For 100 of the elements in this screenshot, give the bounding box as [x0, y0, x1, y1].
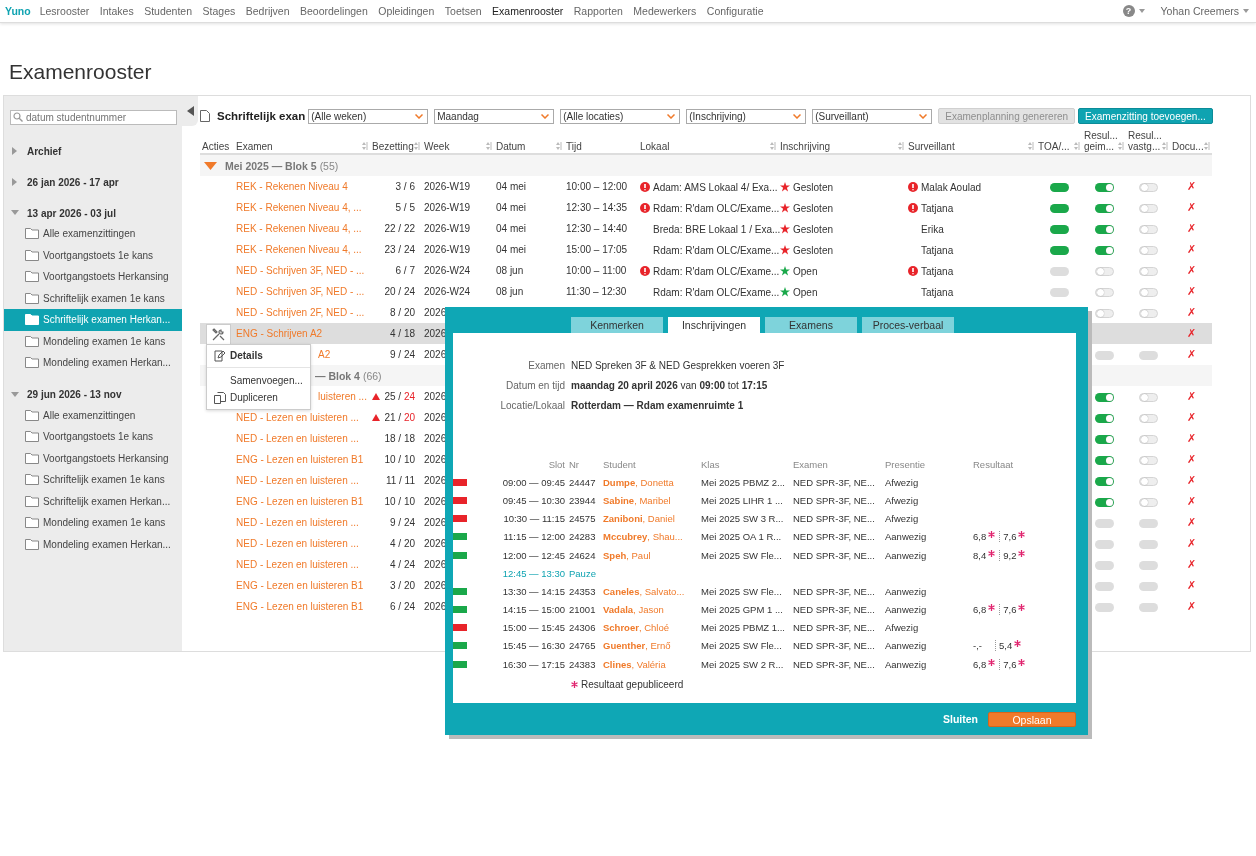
nav-item[interactable]: Beoordelingen [300, 5, 368, 17]
sort-icon[interactable] [1162, 142, 1168, 150]
sort-icon[interactable] [486, 142, 492, 150]
sort-icon[interactable] [1074, 142, 1080, 150]
sidebar-item[interactable]: Alle examenzittingen [4, 223, 182, 245]
toggle-switch[interactable] [1094, 476, 1114, 486]
toggle-switch[interactable] [1138, 497, 1158, 507]
toggle-switch[interactable] [1138, 434, 1158, 444]
nav-item[interactable]: Examenrooster [492, 5, 564, 17]
tree-toggle-icon[interactable] [11, 390, 19, 399]
nav-item[interactable]: Medewerkers [633, 5, 697, 17]
toggle-switch[interactable] [1138, 266, 1158, 276]
toggle-switch[interactable] [1138, 413, 1158, 423]
tree-toggle-icon[interactable] [11, 178, 19, 186]
toggle-switch[interactable] [1138, 224, 1158, 234]
tab[interactable]: Kenmerken [571, 317, 663, 333]
tree-group-label[interactable]: 26 jan 2026 - 17 apr [27, 176, 119, 188]
toggle-switch[interactable] [1138, 392, 1158, 402]
toggle-switch[interactable] [1094, 266, 1114, 276]
toggle-switch[interactable] [1094, 497, 1114, 507]
toggle-switch[interactable] [1094, 434, 1114, 444]
toggle-switch[interactable] [1138, 308, 1158, 318]
toggle-switch[interactable] [1094, 287, 1114, 297]
toggle-switch[interactable] [1138, 287, 1158, 297]
column-header[interactable]: Week [424, 141, 450, 152]
tree-group-label[interactable]: Archief [27, 145, 62, 157]
collapse-sidebar-button[interactable] [182, 96, 198, 126]
toggle-switch[interactable] [1094, 245, 1114, 255]
toggle-switch[interactable] [1138, 245, 1158, 255]
toggle-switch[interactable] [1138, 182, 1158, 192]
sidebar-item[interactable]: Mondeling examen 1e kans [4, 330, 182, 352]
nav-item[interactable]: Opleidingen [378, 5, 435, 17]
nav-item[interactable]: Studenten [144, 5, 193, 17]
column-header[interactable]: TOA/... [1038, 141, 1070, 152]
sidebar-item[interactable]: Schriftelijk examen 1e kans [4, 287, 182, 309]
filter-dropdown[interactable]: (Alle weken) [308, 108, 429, 124]
sort-icon[interactable] [1028, 142, 1034, 150]
toggle-switch[interactable] [1138, 455, 1158, 465]
nav-item[interactable]: Lesrooster [39, 5, 90, 17]
menu-item[interactable]: Samenvoegen... [207, 367, 310, 389]
toggle-switch[interactable] [1094, 455, 1114, 465]
menu-item[interactable]: Dupliceren [207, 389, 310, 406]
user-menu[interactable]: Yohan Creemers [1160, 5, 1239, 17]
toggle-switch[interactable] [1138, 476, 1158, 486]
sort-icon[interactable] [770, 142, 776, 150]
nav-item[interactable]: Configuratie [706, 5, 764, 17]
sort-icon[interactable] [362, 142, 368, 150]
column-header[interactable]: Inschrijving [780, 141, 831, 152]
sidebar-item[interactable]: Voortgangstoets Herkansing [4, 447, 182, 469]
actions-button[interactable] [206, 323, 231, 344]
column-header[interactable]: Surveillant [908, 141, 955, 152]
sidebar-item[interactable]: Schriftelijk examen 1e kans [4, 469, 182, 491]
sidebar-item[interactable]: Voortgangstoets 1e kans [4, 244, 182, 266]
help-button[interactable]: ? [1122, 5, 1135, 17]
search-field[interactable]: datum studentnummer [10, 110, 177, 125]
toggle-switch[interactable] [1094, 308, 1114, 318]
column-header[interactable]: Lokaal [640, 141, 670, 152]
column-header[interactable]: Acties [202, 141, 230, 152]
toggle-switch[interactable] [1094, 182, 1114, 192]
filter-dropdown[interactable]: (Alle locaties) [560, 108, 681, 124]
sidebar-item[interactable]: Mondeling examen Herkan... [4, 533, 182, 555]
sidebar-item[interactable]: Alle examenzittingen [4, 404, 182, 426]
tree-group-label[interactable]: 29 jun 2026 - 13 nov [27, 389, 122, 400]
sort-icon[interactable] [1118, 142, 1124, 150]
sidebar-item[interactable]: Voortgangstoets 1e kans [4, 426, 182, 448]
nav-item[interactable]: Intakes [99, 5, 134, 17]
filter-dropdown[interactable]: (Surveillant) [812, 108, 933, 124]
column-header[interactable]: Docu... [1172, 141, 1204, 152]
nav-item[interactable]: Bedrijven [245, 5, 290, 17]
column-header[interactable]: Datum [496, 141, 526, 152]
toggle-switch[interactable] [1094, 203, 1114, 213]
sort-icon[interactable] [1204, 142, 1210, 150]
tab[interactable]: Inschrijvingen [668, 317, 760, 333]
column-header[interactable]: Tijd [566, 141, 582, 152]
tree-toggle-icon[interactable] [11, 209, 19, 217]
nav-item[interactable]: Toetsen [444, 5, 482, 17]
tab[interactable]: Examens [765, 317, 857, 333]
filter-dropdown[interactable]: (Inschrijving) [686, 108, 807, 124]
column-header[interactable]: Resul... geim... [1084, 130, 1118, 152]
nav-item[interactable]: Rapporten [573, 5, 623, 17]
toggle-switch[interactable] [1094, 224, 1114, 234]
sort-icon[interactable] [414, 142, 420, 150]
toggle-switch[interactable] [1094, 392, 1114, 402]
column-header[interactable]: Bezetting [372, 141, 414, 152]
tree-toggle-icon[interactable] [11, 147, 19, 155]
sidebar-item[interactable]: Mondeling examen Herkan... [4, 352, 182, 374]
group-toggle-icon[interactable] [204, 161, 217, 170]
menu-item[interactable]: Details [207, 347, 310, 364]
toggle-switch[interactable] [1094, 413, 1114, 423]
filter-dropdown[interactable]: Maandag [434, 108, 555, 124]
tree-group-label[interactable]: 13 apr 2026 - 03 jul [27, 207, 116, 219]
tab[interactable]: Proces-verbaal [862, 317, 954, 333]
sidebar-item[interactable]: Voortgangstoets Herkansing [4, 266, 182, 288]
toggle-switch[interactable] [1138, 203, 1158, 213]
column-header[interactable]: Examen [236, 141, 273, 152]
column-header[interactable]: Resul... vastg... [1128, 130, 1162, 152]
sidebar-item[interactable]: Mondeling examen 1e kans [4, 512, 182, 534]
nav-item[interactable]: Stages [202, 5, 236, 17]
sort-icon[interactable] [898, 142, 904, 150]
sidebar-item[interactable]: Schriftelijk examen Herkan... [4, 490, 182, 512]
